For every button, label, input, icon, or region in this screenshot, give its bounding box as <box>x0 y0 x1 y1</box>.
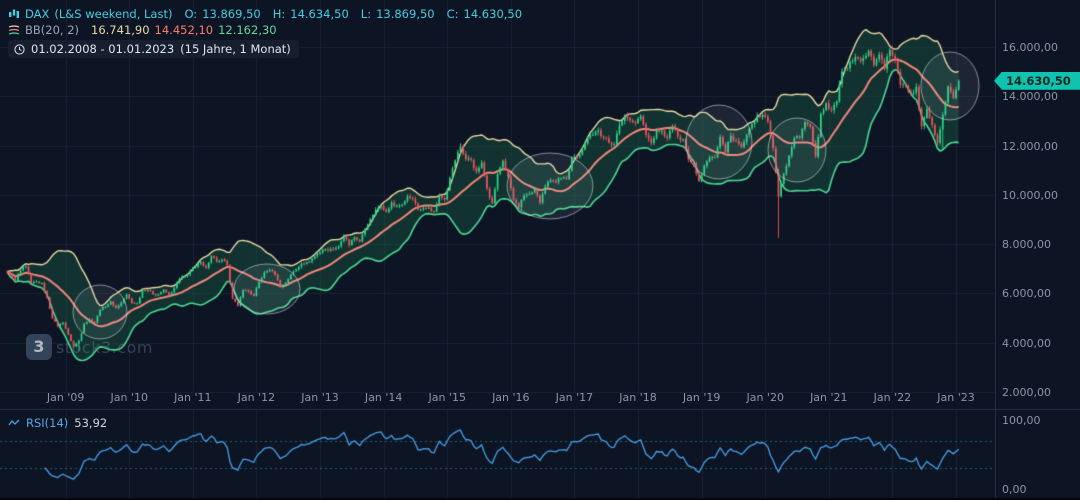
rsi-legend-row[interactable]: RSI(14) 53,92 <box>8 416 107 430</box>
rsi-indicator-icon <box>8 417 20 429</box>
rsi-label: RSI(14) <box>26 416 68 430</box>
clock-icon <box>14 44 25 55</box>
rsi-chart-canvas[interactable] <box>0 410 1080 500</box>
bollinger-label: BB(20, 2) <box>25 23 79 37</box>
date-range-duration: (15 Jahre, 1 Monat) <box>180 42 291 56</box>
rsi-value: 53,92 <box>74 416 107 430</box>
bollinger-upper-value: 16.741,90 <box>91 23 150 37</box>
stock3-watermark: 3 stock3.com <box>26 334 153 360</box>
price-chart-canvas[interactable] <box>0 0 1080 408</box>
instrument-legend-row[interactable]: DAX (L&S weekend, Last) O: 13.869,50 H: … <box>8 6 522 22</box>
chart-window: DAX (L&S weekend, Last) O: 13.869,50 H: … <box>0 0 1080 500</box>
pane-separator[interactable] <box>0 409 1080 410</box>
open-label: O: <box>184 7 197 21</box>
stock3-logo: 3 <box>26 334 52 360</box>
date-range-text: 01.02.2008 - 01.01.2023 <box>31 42 174 56</box>
axis-separator <box>995 0 996 500</box>
open-value: 13.869,50 <box>202 7 261 21</box>
high-label: H: <box>273 7 286 21</box>
bollinger-legend-row[interactable]: BB(20, 2) 16.741,90 14.452,10 12.162,30 <box>8 22 522 38</box>
candlestick-icon <box>8 8 20 20</box>
bollinger-bands-icon <box>8 24 20 36</box>
low-label: L: <box>361 7 371 21</box>
low-value: 13.869,50 <box>376 7 435 21</box>
close-label: C: <box>447 7 459 21</box>
last-price-badge: 14.630,50 <box>994 72 1080 90</box>
instrument-feed: (L&S weekend, Last) <box>54 7 172 21</box>
bollinger-middle-value: 14.452,10 <box>155 23 214 37</box>
bollinger-lower-value: 12.162,30 <box>218 23 277 37</box>
chart-legend: DAX (L&S weekend, Last) O: 13.869,50 H: … <box>8 6 522 58</box>
instrument-name: DAX <box>25 7 49 21</box>
date-range-pill: 01.02.2008 - 01.01.2023 (15 Jahre, 1 Mon… <box>8 40 299 58</box>
close-value: 14.630,50 <box>464 7 523 21</box>
high-value: 14.634,50 <box>290 7 349 21</box>
stock3-watermark-text: stock3.com <box>56 338 153 357</box>
date-range-row: 01.02.2008 - 01.01.2023 (15 Jahre, 1 Mon… <box>8 38 522 58</box>
